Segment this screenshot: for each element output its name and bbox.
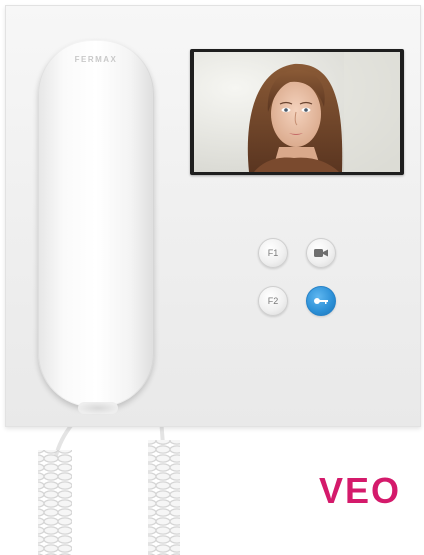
- handset[interactable]: FERMAX: [38, 40, 154, 407]
- brand-text: VEO: [319, 470, 401, 510]
- f1-label: F1: [267, 248, 279, 258]
- f1-button[interactable]: F1: [258, 238, 288, 268]
- handset-cradle: [78, 402, 118, 414]
- video-screen: [194, 52, 400, 172]
- intercom-product-image: FERMAX F1 F2 VEO: [0, 0, 424, 555]
- f2-button[interactable]: F2: [258, 286, 288, 316]
- f2-label: F2: [267, 296, 279, 306]
- key-icon: [314, 298, 328, 304]
- handset-logo: FERMAX: [74, 55, 118, 64]
- door-key-button[interactable]: [306, 286, 336, 316]
- camera-button[interactable]: [306, 238, 336, 268]
- veo-brand-logo: VEO: [319, 470, 401, 510]
- visitor-face-image: [194, 52, 400, 172]
- camera-icon: [314, 249, 328, 257]
- video-screen-bezel: [190, 49, 404, 175]
